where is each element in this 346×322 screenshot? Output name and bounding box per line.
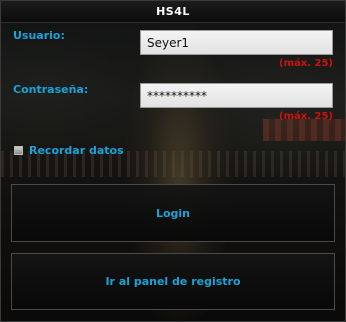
login-button-label: Login: [155, 206, 191, 220]
register-panel-button-label: Ir al panel de registro: [105, 275, 241, 288]
password-input[interactable]: [140, 83, 333, 108]
background-scene-roof: [263, 119, 345, 141]
title-bar[interactable]: HS4L: [1, 1, 345, 23]
login-button[interactable]: Login: [11, 184, 335, 242]
username-hint: (máx. 25): [279, 58, 333, 69]
remember-row[interactable]: Recordar datos: [14, 144, 124, 157]
password-label: Contraseña:: [13, 83, 89, 96]
window-title: HS4L: [156, 5, 190, 18]
username-label: Usuario:: [13, 29, 65, 42]
remember-checkbox[interactable]: [14, 146, 23, 155]
password-hint: (máx. 25): [279, 111, 333, 122]
username-input[interactable]: [140, 30, 333, 55]
remember-label[interactable]: Recordar datos: [29, 144, 124, 157]
register-panel-button[interactable]: Ir al panel de registro: [11, 253, 335, 310]
login-window: HS4L Usuario: (máx. 25) Contraseña: (máx…: [0, 0, 346, 322]
